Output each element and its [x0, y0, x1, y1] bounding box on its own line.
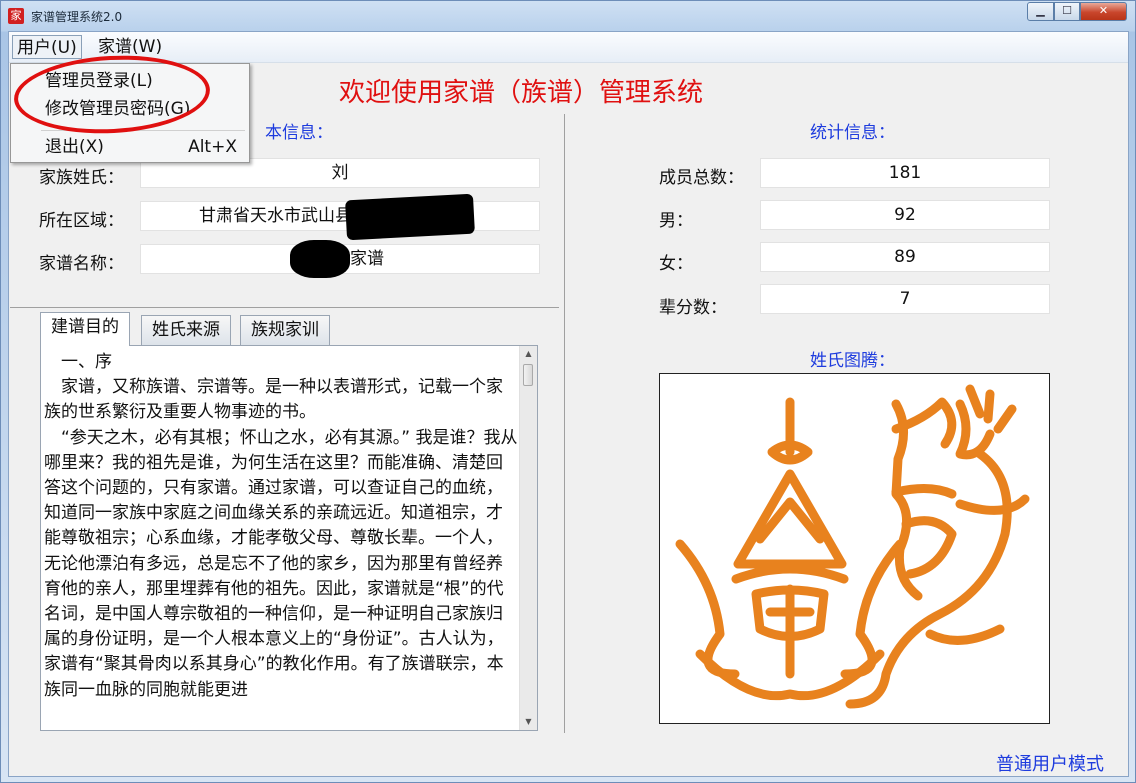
surname-label: 家族姓氏： — [39, 168, 124, 188]
scroll-down-icon[interactable]: ▼ — [522, 716, 535, 728]
tab-family-rules[interactable]: 族规家训 — [240, 315, 330, 345]
divider — [10, 307, 559, 308]
region-field[interactable]: 甘肃省天水市武山县 村 — [140, 201, 540, 231]
male-label: 男： — [659, 211, 693, 231]
menu-exit-shortcut: Alt+X — [188, 137, 237, 157]
normal-user-mode-link[interactable]: 普通用户模式 — [996, 750, 1104, 776]
menu-user[interactable]: 用户(U) — [12, 35, 82, 59]
totem-title: 姓氏图腾： — [810, 351, 895, 371]
maximize-button[interactable]: ☐ — [1054, 2, 1080, 21]
app-icon: 家 — [8, 8, 24, 24]
main-window: 家 家谱管理系统2.0 ▁ ☐ ✕ 用户(U) 家谱(W) 管理员登录(L) 修… — [0, 0, 1136, 783]
region-value: 甘肃省天水市武山县 — [199, 206, 352, 226]
scroll-up-icon[interactable]: ▲ — [522, 348, 535, 360]
purpose-text: 一、序 家谱，又称族谱、宗谱等。是一种以表谱形式，记载一个家族的世系繁衍及重要人… — [44, 352, 518, 700]
book-name-value: 家谱 — [350, 249, 384, 269]
generations-field[interactable]: 7 — [760, 284, 1050, 314]
redaction-mark — [345, 193, 475, 241]
close-button[interactable]: ✕ — [1080, 2, 1127, 21]
total-members-label: 成员总数： — [659, 168, 744, 188]
redaction-mark — [290, 240, 350, 278]
menu-bar: 用户(U) 家谱(W) — [9, 32, 1128, 63]
book-name-label: 家谱名称： — [39, 254, 124, 274]
total-members-field[interactable]: 181 — [760, 158, 1050, 188]
basic-info-title: 本信息： — [265, 123, 333, 143]
tab-purpose[interactable]: 建谱目的 — [40, 312, 130, 346]
page-title: 欢迎使用家谱（族谱）管理系统 — [339, 78, 704, 108]
generations-label: 辈分数： — [659, 298, 727, 318]
tab-surname-origin[interactable]: 姓氏来源 — [141, 315, 231, 345]
surname-totem-image — [659, 373, 1050, 724]
female-label: 女： — [659, 254, 693, 274]
menu-exit-label: 退出(X) — [45, 137, 104, 157]
female-field[interactable]: 89 — [760, 242, 1050, 272]
stats-title: 统计信息： — [810, 123, 895, 143]
divider — [564, 114, 565, 733]
window-title: 家谱管理系统2.0 — [31, 10, 123, 24]
surname-totem-icon — [675, 384, 1030, 709]
scroll-thumb[interactable] — [523, 364, 533, 386]
vertical-scrollbar[interactable]: ▲ ▼ — [519, 346, 537, 730]
minimize-button[interactable]: ▁ — [1027, 2, 1054, 21]
region-label: 所在区域： — [39, 211, 124, 231]
client-area: 用户(U) 家谱(W) 管理员登录(L) 修改管理员密码(G) 退出(X) Al… — [8, 31, 1129, 777]
title-bar[interactable]: 家 家谱管理系统2.0 ▁ ☐ ✕ — [1, 1, 1135, 31]
menu-exit[interactable]: 退出(X) Alt+X — [11, 133, 249, 161]
tab-content-panel[interactable]: 一、序 家谱，又称族谱、宗谱等。是一种以表谱形式，记载一个家族的世系繁衍及重要人… — [40, 345, 538, 731]
male-field[interactable]: 92 — [760, 200, 1050, 230]
